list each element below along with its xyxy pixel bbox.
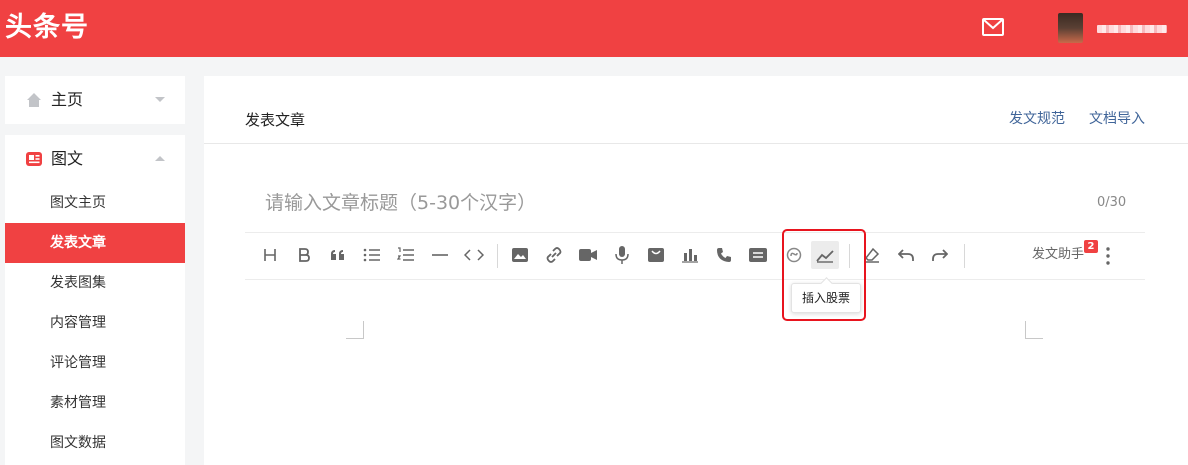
editor-corner-right bbox=[1025, 321, 1043, 339]
sidebar-subitem-publish-gallery[interactable]: 发表图集 bbox=[5, 263, 185, 303]
quote-icon[interactable] bbox=[326, 243, 350, 267]
link-icon[interactable] bbox=[542, 243, 566, 267]
chevron-up-icon bbox=[155, 156, 165, 161]
import-doc-link[interactable]: 文档导入 bbox=[1089, 108, 1145, 130]
more-icon[interactable] bbox=[1104, 244, 1112, 268]
page-title: 发表文章 bbox=[245, 111, 306, 129]
sidebar-home-card: 主页 bbox=[5, 76, 185, 124]
avatar[interactable] bbox=[1058, 13, 1083, 43]
microphone-icon[interactable] bbox=[610, 243, 634, 267]
numbered-list-icon[interactable] bbox=[394, 243, 418, 267]
image-icon[interactable] bbox=[508, 243, 532, 267]
product-card-icon[interactable] bbox=[644, 243, 668, 267]
chevron-down-icon bbox=[155, 97, 165, 102]
top-bar: 头条号 bbox=[0, 0, 1188, 57]
username-blurred[interactable] bbox=[1097, 25, 1167, 33]
assistant-badge: 2 bbox=[1084, 240, 1098, 253]
phone-icon[interactable] bbox=[712, 243, 736, 267]
article-icon bbox=[26, 151, 42, 167]
sidebar-item-label: 图文 bbox=[51, 149, 84, 168]
publish-assistant-button[interactable]: 发文助手 bbox=[1032, 246, 1084, 264]
sidebar-tuwen-card: 图文 图文主页 发表文章 发表图集 内容管理 评论管理 素材管理 图文数据 bbox=[5, 135, 185, 465]
sidebar-subitem-material-manage[interactable]: 素材管理 bbox=[5, 383, 185, 423]
sidebar-item-tuwen[interactable]: 图文 bbox=[5, 135, 185, 183]
guideline-link[interactable]: 发文规范 bbox=[1009, 108, 1065, 130]
toolbar-separator bbox=[497, 244, 498, 268]
sidebar-item-label: 主页 bbox=[51, 90, 84, 109]
code-icon[interactable] bbox=[462, 243, 486, 267]
card-icon[interactable] bbox=[746, 243, 770, 267]
editor-panel: 发表文章 发文规范 文档导入 0/30 bbox=[204, 76, 1188, 465]
bullet-list-icon[interactable] bbox=[360, 243, 384, 267]
home-icon bbox=[26, 92, 42, 108]
sidebar-item-home[interactable]: 主页 bbox=[5, 76, 185, 124]
sidebar-subitem-comment-manage[interactable]: 评论管理 bbox=[5, 343, 185, 383]
highlight-annotation-box bbox=[782, 229, 866, 321]
sidebar-subitem-content-manage[interactable]: 内容管理 bbox=[5, 303, 185, 343]
horizontal-rule-icon[interactable] bbox=[428, 243, 452, 267]
video-icon[interactable] bbox=[576, 243, 600, 267]
sidebar-subitem-tuwen-data[interactable]: 图文数据 bbox=[5, 423, 185, 463]
article-title-input[interactable] bbox=[245, 186, 1045, 220]
divider bbox=[204, 143, 1188, 144]
bold-icon[interactable] bbox=[292, 243, 316, 267]
title-char-count: 0/30 bbox=[1097, 195, 1127, 210]
sidebar-subitem-publish-article[interactable]: 发表文章 bbox=[5, 223, 185, 263]
toolbar-top-border bbox=[245, 232, 1145, 233]
vote-chart-icon[interactable] bbox=[678, 243, 702, 267]
sidebar-subitem-tuwen-home[interactable]: 图文主页 bbox=[5, 183, 185, 223]
redo-icon[interactable] bbox=[928, 243, 952, 267]
toolbar-bottom-border bbox=[245, 279, 1145, 280]
editor-corner-left bbox=[346, 321, 364, 339]
toolbar-separator bbox=[964, 244, 965, 268]
mail-icon[interactable] bbox=[982, 18, 1004, 36]
logo[interactable]: 头条号 bbox=[5, 10, 89, 46]
heading-icon[interactable] bbox=[258, 243, 282, 267]
undo-icon[interactable] bbox=[894, 243, 918, 267]
